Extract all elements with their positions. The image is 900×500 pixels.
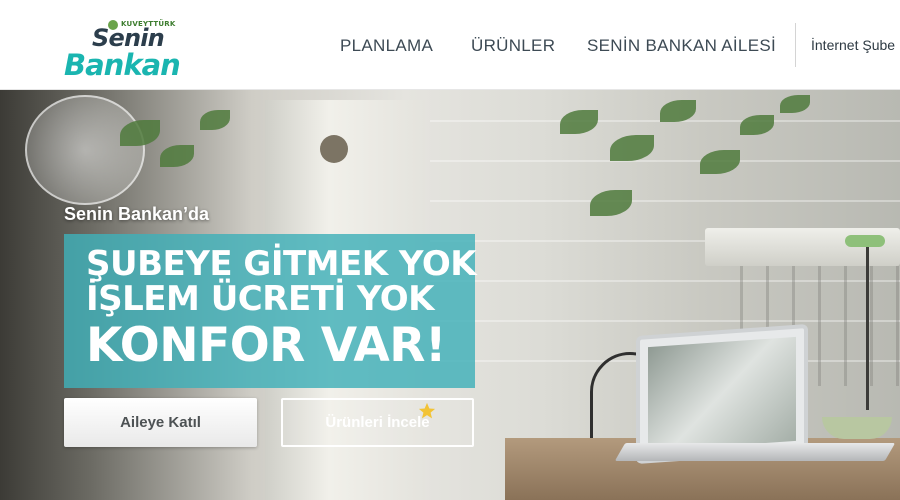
site-header: KUVEYTTÜRK Senin Bankan PLANLAMA ÜRÜNLER… bbox=[0, 0, 900, 90]
view-products-button[interactable]: Ürünleri İncele bbox=[281, 398, 474, 447]
siding-line bbox=[430, 200, 900, 202]
headline-line-2: İŞLEM ÜCRETİ YOK bbox=[86, 279, 435, 319]
nav-divider bbox=[795, 23, 796, 67]
plant-leaf bbox=[780, 95, 810, 113]
plant-leaf bbox=[590, 190, 632, 216]
plant-leaf bbox=[120, 120, 160, 146]
nav-planlama[interactable]: PLANLAMA bbox=[340, 36, 433, 56]
internet-branch-link[interactable]: İnternet Şube bbox=[811, 37, 895, 53]
join-family-button[interactable]: Aileye Katıl bbox=[64, 398, 257, 447]
plant-leaf bbox=[700, 150, 740, 174]
plant-leaf bbox=[560, 110, 598, 134]
hero-intro-text: Senin Bankan’da bbox=[64, 204, 210, 224]
lamp-head bbox=[845, 235, 885, 247]
nav-senin-bankan-ailesi[interactable]: SENİN BANKAN AİLESİ bbox=[587, 36, 776, 56]
nav-urunler[interactable]: ÜRÜNLER bbox=[471, 36, 555, 56]
door-knob bbox=[320, 135, 348, 163]
plant-leaf bbox=[160, 145, 194, 167]
star-icon bbox=[418, 402, 436, 419]
plant-leaf bbox=[740, 115, 774, 135]
headline-line-1: ŞUBEYE GİTMEK YOK bbox=[86, 244, 477, 284]
plant-leaf bbox=[660, 100, 696, 122]
plant-leaf bbox=[610, 135, 654, 161]
headline-box: ŞUBEYE GİTMEK YOK İŞLEM ÜCRETİ YOK KONFO… bbox=[64, 234, 477, 388]
siding-line bbox=[430, 160, 900, 162]
brand-logo[interactable]: KUVEYTTÜRK Senin Bankan bbox=[64, 18, 196, 82]
background-fan bbox=[25, 95, 145, 205]
headline-line-3: KONFOR VAR! bbox=[86, 318, 446, 373]
laptop-display bbox=[648, 336, 796, 452]
laptop-base bbox=[614, 443, 896, 461]
logo-bottom-text: Bankan bbox=[64, 48, 181, 82]
window-sill bbox=[705, 228, 900, 266]
hero-banner: Senin Bankan’da ŞUBEYE GİTMEK YOK İŞLEM … bbox=[0, 90, 900, 500]
bowl bbox=[822, 417, 892, 439]
plant-leaf bbox=[200, 110, 230, 130]
lamp-pole bbox=[866, 240, 869, 410]
